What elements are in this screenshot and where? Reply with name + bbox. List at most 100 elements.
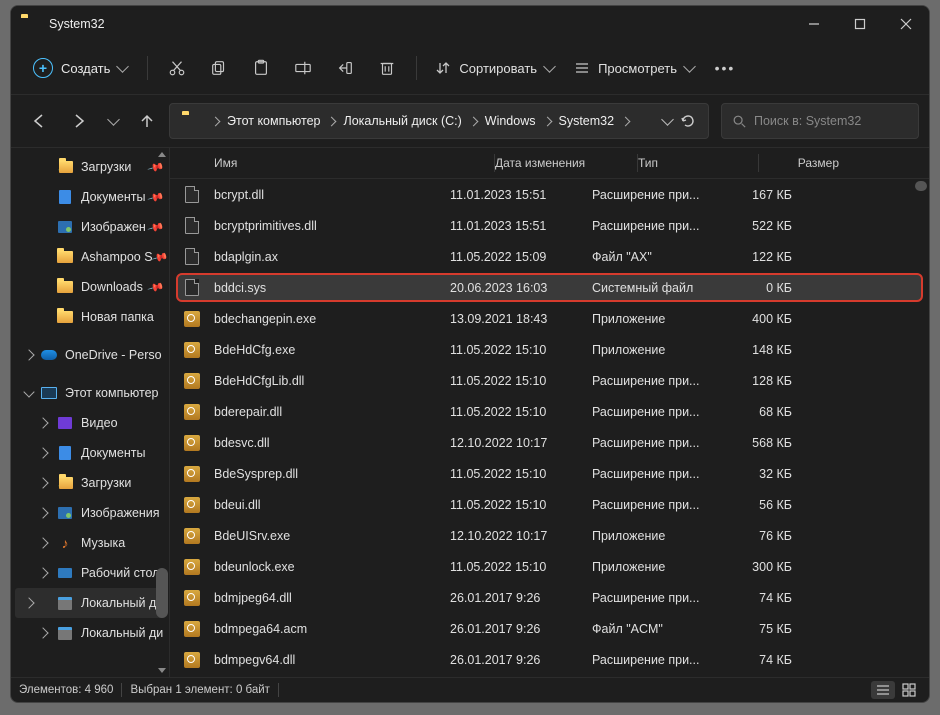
file-list-scrollbar[interactable] — [915, 181, 927, 191]
sidebar-item-label: Ashampoo S — [81, 250, 153, 264]
sidebar-item-onedrive[interactable]: OneDrive - Perso — [11, 340, 169, 370]
file-date: 20.06.2023 16:03 — [450, 281, 592, 295]
scroll-up-arrow[interactable] — [158, 152, 166, 157]
file-row[interactable]: bdmjpeg64.dll26.01.2017 9:26Расширение п… — [170, 582, 929, 613]
file-type: Приложение — [592, 343, 712, 357]
file-name: bdeunlock.exe — [214, 560, 450, 574]
file-row[interactable]: bdechangepin.exe13.09.2021 18:43Приложен… — [170, 303, 929, 334]
file-row[interactable]: bderepair.dll11.05.2022 15:10Расширение … — [170, 396, 929, 427]
sidebar-item[interactable]: Изображения — [11, 498, 169, 528]
search-input[interactable]: Поиск в: System32 — [721, 103, 919, 139]
sidebar-item-label: Локальный ди — [81, 626, 163, 640]
documents-icon — [57, 189, 73, 205]
file-row[interactable]: BdeHdCfg.exe11.05.2022 15:10Приложение14… — [170, 334, 929, 365]
sidebar-item[interactable]: Новая папка — [11, 302, 169, 332]
chevron-down-icon[interactable] — [661, 113, 674, 126]
file-row[interactable]: bdmpega64.acm26.01.2017 9:26Файл "ACM"75… — [170, 613, 929, 644]
file-type: Расширение при... — [592, 188, 712, 202]
recent-locations-button[interactable] — [101, 104, 125, 138]
app-file-icon — [170, 311, 214, 327]
expand-icon[interactable] — [23, 349, 34, 360]
file-row[interactable]: bcrypt.dll11.01.2023 15:51Расширение при… — [170, 179, 929, 210]
sidebar-item[interactable]: Локальный ди — [11, 618, 169, 648]
sidebar-item[interactable]: Downloads📌 — [11, 272, 169, 302]
up-button[interactable] — [129, 104, 165, 138]
file-size: 74 КБ — [712, 591, 796, 605]
file-size: 522 КБ — [712, 219, 796, 233]
paste-button[interactable] — [242, 52, 280, 84]
sort-button[interactable]: Сортировать — [427, 52, 562, 84]
generic-file-icon — [170, 186, 214, 203]
expand-icon[interactable] — [37, 567, 48, 578]
expand-icon[interactable] — [23, 597, 34, 608]
file-row[interactable]: BdeUISrv.exe12.10.2022 10:17Приложение76… — [170, 520, 929, 551]
sidebar-item-label: Музыка — [81, 536, 125, 550]
file-row[interactable]: bdmpegv64.dll26.01.2017 9:26Расширение п… — [170, 644, 929, 675]
file-date: 11.05.2022 15:10 — [450, 467, 592, 481]
sidebar-item[interactable]: Документы📌 — [11, 182, 169, 212]
expand-icon[interactable] — [37, 447, 48, 458]
sidebar-item[interactable]: Видео — [11, 408, 169, 438]
file-row[interactable]: bcryptprimitives.dll11.01.2023 15:51Расш… — [170, 210, 929, 241]
scroll-down-arrow[interactable] — [158, 668, 166, 673]
sidebar-item-label: Документы — [81, 446, 145, 460]
refresh-icon[interactable] — [680, 113, 696, 129]
collapse-icon[interactable] — [23, 386, 34, 397]
sidebar-item[interactable]: ↓Загрузки📌 — [11, 152, 169, 182]
rename-button[interactable] — [284, 52, 322, 84]
file-row[interactable]: bddci.sys20.06.2023 16:03Системный файл0… — [170, 272, 929, 303]
column-header-name[interactable]: Имя — [170, 156, 494, 170]
file-name: bcryptprimitives.dll — [214, 219, 450, 233]
file-row[interactable]: bdeunlock.exe11.05.2022 15:10Приложение3… — [170, 551, 929, 582]
details-view-button[interactable] — [871, 681, 895, 699]
file-row[interactable]: bdesvc.dll12.10.2022 10:17Расширение при… — [170, 427, 929, 458]
close-button[interactable] — [883, 6, 929, 42]
sidebar-item[interactable]: Локальный ди — [15, 588, 165, 618]
column-header-type[interactable]: Тип — [638, 156, 758, 170]
thumbnails-view-button[interactable] — [897, 681, 921, 699]
column-header-date[interactable]: Дата изменения — [495, 156, 637, 170]
sidebar-item[interactable]: Ashampoo S📌 — [11, 242, 169, 272]
sidebar-item[interactable]: ↓Загрузки — [11, 468, 169, 498]
sidebar-item-label: Новая папка — [81, 310, 154, 324]
more-button[interactable]: ••• — [706, 52, 744, 84]
file-size: 167 КБ — [712, 188, 796, 202]
maximize-button[interactable] — [837, 6, 883, 42]
forward-button[interactable] — [61, 104, 97, 138]
minimize-button[interactable] — [791, 6, 837, 42]
sidebar-scrollbar[interactable] — [156, 568, 168, 618]
back-button[interactable] — [21, 104, 57, 138]
column-header-size[interactable]: Размер — [759, 156, 839, 170]
file-name: bdmpega64.acm — [214, 622, 450, 636]
pin-icon: 📌 — [147, 278, 165, 296]
sidebar-item-this-pc[interactable]: Этот компьютер — [11, 378, 169, 408]
delete-button[interactable] — [368, 52, 406, 84]
expand-icon[interactable] — [37, 537, 48, 548]
file-row[interactable]: BdeHdCfgLib.dll11.05.2022 15:10Расширени… — [170, 365, 929, 396]
expand-icon[interactable] — [37, 627, 48, 638]
expand-icon[interactable] — [37, 507, 48, 518]
sidebar-item[interactable]: Документы — [11, 438, 169, 468]
copy-button[interactable] — [200, 52, 238, 84]
cut-button[interactable] — [158, 52, 196, 84]
breadcrumb-segment[interactable]: System32 — [553, 114, 621, 128]
sidebar-item[interactable]: Рабочий стол — [11, 558, 169, 588]
sidebar-item[interactable]: Изображен📌 — [11, 212, 169, 242]
window-title: System32 — [49, 17, 105, 31]
file-row[interactable]: BdeSysprep.dll11.05.2022 15:10Расширение… — [170, 458, 929, 489]
expand-icon[interactable] — [37, 477, 48, 488]
breadcrumb-segment[interactable]: Windows — [479, 114, 542, 128]
sidebar-item-label: Загрузки — [81, 476, 131, 490]
file-row[interactable]: bdaplgin.ax11.05.2022 15:09Файл "AX"122 … — [170, 241, 929, 272]
generic-file-icon — [170, 279, 214, 296]
breadcrumb-segment[interactable]: Этот компьютер — [221, 114, 326, 128]
view-button[interactable]: Просмотреть — [566, 52, 702, 84]
share-button[interactable] — [326, 52, 364, 84]
breadcrumb-segment[interactable]: Локальный диск (C:) — [337, 114, 467, 128]
expand-icon[interactable] — [37, 417, 48, 428]
file-row[interactable]: bdeui.dll11.05.2022 15:10Расширение при.… — [170, 489, 929, 520]
sidebar-item-label: Загрузки — [81, 160, 131, 174]
sidebar-item[interactable]: ♪Музыка — [11, 528, 169, 558]
new-button[interactable]: + Создать — [23, 52, 137, 84]
breadcrumb[interactable]: Этот компьютер Локальный диск (C:) Windo… — [169, 103, 709, 139]
